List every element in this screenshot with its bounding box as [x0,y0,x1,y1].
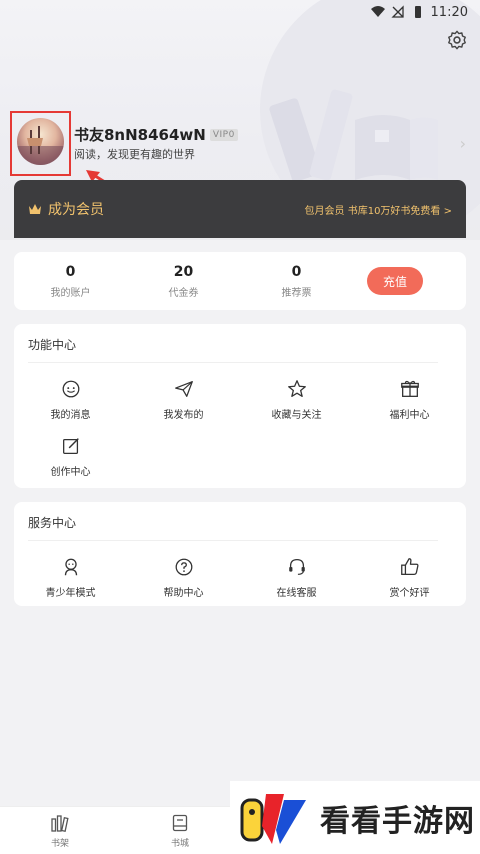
recommend-tickets-label: 推荐票 [281,287,312,299]
nav-bookshelf[interactable]: 书架 [0,807,120,854]
watermark-logo [240,793,306,844]
recommend-tickets-value: 0 [291,263,302,280]
recharge-button[interactable]: 充值 [367,267,423,295]
welfare-center-item[interactable]: 福利中心 [353,371,466,428]
welfare-center-label: 福利中心 [389,410,430,421]
service-center-card: 服务中心 青少年模式 帮助中心 在线客服 赏个好评 [14,502,466,606]
favorites-label: 收藏与关注 [271,410,322,421]
teen-mode-item[interactable]: 青少年模式 [14,549,127,606]
chevron-right-icon[interactable]: › [460,134,466,153]
bookshelf-icon [51,814,69,832]
watermark-text: 看看手游网 [320,803,475,839]
wifi-icon [370,6,385,17]
no-signal-icon [390,5,404,18]
teen-icon [64,558,77,576]
account-balance-label: 我的账户 [50,287,91,299]
nav-bookstore-label: 书城 [170,838,189,849]
status-bar: 11:20 [0,0,480,24]
my-posts-item[interactable]: 我发布的 [127,371,240,428]
avatar[interactable] [17,118,64,165]
account-balance-value: 0 [65,263,76,280]
message-icon [62,380,79,398]
service-center-title: 服务中心 [28,502,438,541]
vip-banner-promo[interactable]: 包月会员 书库10万好书免费看 > [305,202,452,217]
send-icon [174,381,193,397]
function-center-title: 功能中心 [28,324,438,363]
my-messages-label: 我的消息 [50,410,91,421]
thumbs-up-icon [400,558,419,575]
status-time: 11:20 [430,4,468,20]
books-illustration [269,89,438,180]
teen-mode-label: 青少年模式 [45,588,96,599]
site-watermark: 看看手游网 [230,781,480,854]
avatar-image [17,126,64,165]
vip-level-badge: VIP0 [209,128,238,141]
profile-slogan: 阅读，发现更有趣的世界 [74,148,195,161]
settings-gear-icon[interactable] [446,29,468,51]
rate-app-item[interactable]: 赏个好评 [353,549,466,606]
headset-icon [288,559,305,575]
recommend-tickets[interactable]: 0 推荐票 [240,264,353,299]
online-support-item[interactable]: 在线客服 [240,549,353,606]
online-support-label: 在线客服 [276,588,317,599]
edit-icon [62,438,79,454]
account-summary-card: 0 我的账户 20 代金券 0 推荐票 充值 [14,252,466,310]
avatar-highlight-box[interactable] [10,111,71,176]
account-balance[interactable]: 0 我的账户 [14,264,127,299]
vip-banner-title: 成为会员 [48,202,104,218]
my-messages-item[interactable]: 我的消息 [14,371,127,428]
crown-icon [29,204,41,214]
my-posts-label: 我发布的 [163,410,204,421]
function-center-card: 功能中心 我的消息 我发布的 收藏与关注 福利中心 创作中心 [14,324,466,488]
nav-bookstore[interactable]: 书城 [120,807,240,854]
help-icon [175,558,192,576]
help-center-label: 帮助中心 [163,588,204,599]
gift-icon [400,380,419,397]
vouchers-label: 代金券 [168,287,199,299]
help-center-item[interactable]: 帮助中心 [127,549,240,606]
vouchers-value: 20 [173,263,194,280]
vip-membership-banner[interactable]: 成为会员 包月会员 书库10万好书免费看 > [14,180,466,238]
username[interactable]: 书友8nN8464wN VIP0 [74,124,238,145]
vouchers[interactable]: 20 代金券 [127,264,240,299]
star-icon [287,380,306,397]
bookstore-icon [172,814,188,831]
rate-app-label: 赏个好评 [389,588,430,599]
nav-bookshelf-label: 书架 [50,838,69,849]
username-text: 书友8nN8464wN [74,126,206,144]
creation-center-label: 创作中心 [50,467,91,478]
creation-center-item[interactable]: 创作中心 [14,428,127,485]
favorites-item[interactable]: 收藏与关注 [240,371,353,428]
battery-icon [414,6,421,18]
